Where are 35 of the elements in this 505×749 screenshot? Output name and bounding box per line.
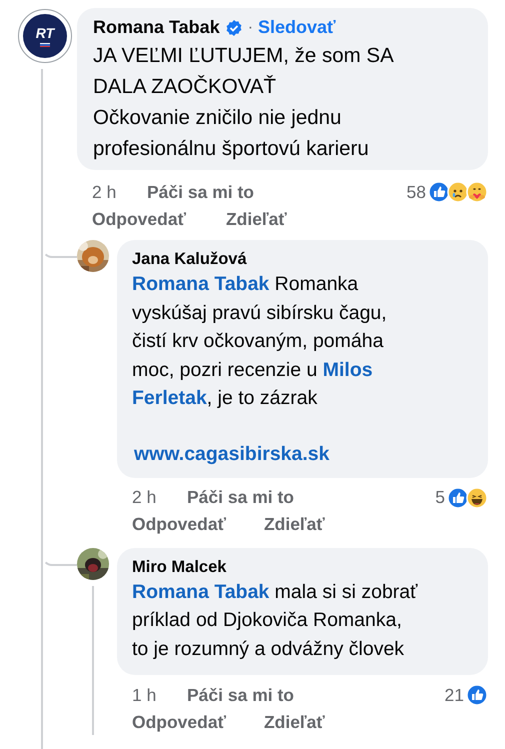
time-label: 2 h: [92, 182, 118, 202]
comment-text: Romana Tabak mala si si zobrať príklad od Djokoviča Romanka, to je rozumný a odvážny človek: [132, 580, 419, 662]
comment-text: Romana Tabak Romanka vyskúšaj pravú sibírsku čagu, čistí krv očkovaným, pomáha moc, pozri recenzie u Milos Ferletak, je to zázrak: [132, 272, 388, 411]
time-label: 2 h: [132, 487, 158, 508]
like-icon: [447, 486, 469, 508]
laughing-face-icon: [466, 486, 488, 508]
page-avatar[interactable]: RT: [18, 9, 72, 63]
author-name[interactable]: Jana Kalužová: [132, 250, 247, 269]
reaction-count: 5: [435, 487, 445, 508]
mention-link[interactable]: Romana Tabak: [132, 580, 270, 602]
reaction-count: 21: [444, 684, 464, 706]
like-icon: [428, 181, 450, 203]
like-link[interactable]: Páči sa mi to: [187, 684, 294, 706]
separator-dot: ·: [248, 18, 254, 36]
author-name[interactable]: Miro Malcek: [132, 558, 226, 576]
reply-link[interactable]: Odpovedať: [132, 514, 226, 535]
share-link[interactable]: Zdieľať: [264, 514, 325, 535]
like-icon: [466, 684, 488, 706]
website-link[interactable]: www.cagasibirska.sk: [134, 442, 330, 466]
time-label: 1 h: [132, 684, 158, 706]
author-name[interactable]: Romana Tabak: [93, 17, 220, 38]
sad-face-icon: [447, 181, 469, 203]
like-link[interactable]: Páči sa mi to: [147, 182, 254, 202]
comment-text: JA VEĽMI ĽUTUJEM, že som SA DALA ZAOČKOVAŤ Očkovanie zničilo nie jednu profesionálnu športovú karieru: [93, 43, 395, 162]
share-link[interactable]: Zdieľať: [264, 712, 325, 732]
reply-link[interactable]: Odpovedať: [132, 712, 226, 732]
share-link[interactable]: Zdieľať: [226, 208, 287, 230]
reaction-count: 58: [406, 182, 426, 202]
follow-link[interactable]: Sledovať: [258, 17, 336, 38]
mention-link[interactable]: Romana Tabak: [132, 273, 270, 295]
like-link[interactable]: Páči sa mi to: [187, 487, 294, 508]
hugging-face-icon: [466, 181, 488, 203]
reply-link[interactable]: Odpovedať: [92, 208, 186, 230]
mention-link[interactable]: Milos: [322, 358, 373, 380]
mention-link[interactable]: Ferletak: [132, 387, 207, 409]
